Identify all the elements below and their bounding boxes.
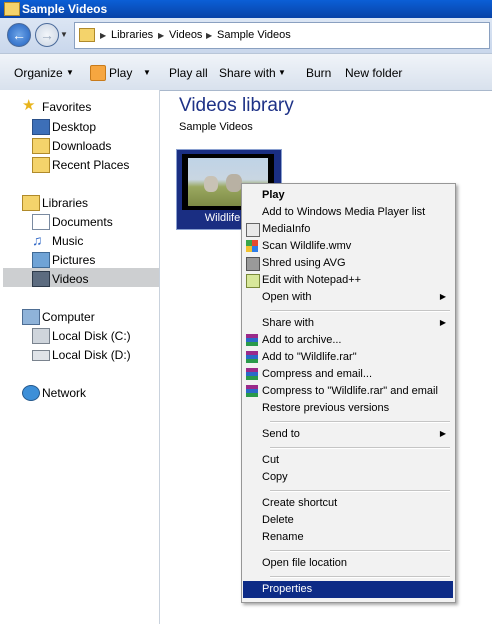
- submenu-arrow-icon: ▶: [439, 429, 446, 438]
- nav-network[interactable]: Network: [22, 384, 152, 402]
- share-with-button[interactable]: Share with: [219, 66, 276, 80]
- nav-pictures[interactable]: Pictures: [32, 251, 162, 269]
- menu-copy[interactable]: Copy: [243, 469, 453, 486]
- nav-downloads[interactable]: Downloads: [32, 137, 162, 155]
- chevron-down-icon[interactable]: ▼: [278, 68, 286, 77]
- menu-separator: [270, 550, 450, 552]
- menu-separator: [270, 310, 450, 312]
- menu-restore-previous-versions[interactable]: Restore previous versions: [243, 400, 453, 417]
- music-note-icon: ♫: [32, 232, 43, 248]
- breadcrumb-arrow-icon[interactable]: ▶: [206, 31, 212, 40]
- menu-open-file-location[interactable]: Open file location: [243, 555, 453, 572]
- documents-icon: [32, 214, 50, 230]
- menu-cut[interactable]: Cut: [243, 452, 453, 469]
- menu-mediainfo[interactable]: MediaInfo: [243, 221, 453, 238]
- play-button[interactable]: Play: [109, 66, 132, 80]
- library-subtitle: Sample Videos: [179, 121, 253, 133]
- burn-button[interactable]: Burn: [306, 66, 331, 80]
- play-icon[interactable]: [90, 65, 106, 81]
- breadcrumb-libraries[interactable]: Libraries: [111, 29, 153, 41]
- winrar-icon: [246, 351, 258, 363]
- desktop-icon: [32, 119, 50, 135]
- nav-desktop[interactable]: Desktop: [32, 118, 162, 136]
- avg-scan-icon: [246, 240, 258, 252]
- breadcrumb-arrow-icon[interactable]: ▶: [100, 31, 106, 40]
- menu-compress-and-email[interactable]: Compress and email...: [243, 366, 453, 383]
- submenu-arrow-icon: ▶: [439, 292, 446, 301]
- menu-create-shortcut[interactable]: Create shortcut: [243, 495, 453, 512]
- nav-recent-places[interactable]: Recent Places: [32, 156, 162, 174]
- star-icon: ★: [22, 97, 36, 114]
- library-title: Videos library: [179, 95, 294, 116]
- pictures-icon: [32, 252, 50, 268]
- context-menu: Play Add to Windows Media Player list Me…: [241, 183, 456, 603]
- organize-button[interactable]: Organize: [14, 66, 63, 80]
- nav-music[interactable]: ♫ Music: [32, 232, 162, 250]
- nav-favorites[interactable]: ★ Favorites: [22, 98, 152, 116]
- breadcrumb-arrow-icon[interactable]: ▶: [158, 31, 164, 40]
- network-icon: [22, 385, 40, 401]
- menu-separator: [270, 447, 450, 449]
- back-button[interactable]: ←: [7, 23, 31, 47]
- menu-edit-notepadpp[interactable]: Edit with Notepad++: [243, 272, 453, 289]
- new-folder-button[interactable]: New folder: [345, 66, 402, 80]
- folder-icon: [79, 28, 95, 42]
- menu-separator: [270, 576, 450, 578]
- nav-libraries[interactable]: Libraries: [22, 194, 152, 212]
- drive-icon: [32, 350, 50, 361]
- downloads-folder-icon: [32, 138, 50, 154]
- recent-places-icon: [32, 157, 50, 173]
- winrar-icon: [246, 368, 258, 380]
- menu-rename[interactable]: Rename: [243, 529, 453, 546]
- window-title: Sample Videos: [22, 2, 108, 16]
- menu-shred-avg[interactable]: Shred using AVG: [243, 255, 453, 272]
- chevron-down-icon[interactable]: ▼: [143, 68, 151, 77]
- menu-send-to[interactable]: Send to ▶: [243, 426, 453, 443]
- computer-icon: [22, 309, 40, 325]
- menu-compress-to-rar-and-email[interactable]: Compress to "Wildlife.rar" and email: [243, 383, 453, 400]
- menu-share-with[interactable]: Share with ▶: [243, 315, 453, 332]
- menu-open-with[interactable]: Open with ▶: [243, 289, 453, 306]
- libraries-icon: [22, 195, 40, 211]
- breadcrumb-sample-videos[interactable]: Sample Videos: [217, 29, 291, 41]
- winrar-icon: [246, 334, 258, 346]
- video-film-icon: [32, 271, 50, 287]
- menu-add-to-archive[interactable]: Add to archive...: [243, 332, 453, 349]
- recent-pages-dropdown-icon[interactable]: ▼: [60, 30, 68, 39]
- menu-delete[interactable]: Delete: [243, 512, 453, 529]
- address-bar: ← → ▼ ▶ Libraries ▶ Videos ▶ Sample Vide…: [0, 18, 492, 53]
- nav-local-disk-c[interactable]: Local Disk (C:): [32, 327, 162, 345]
- menu-separator: [270, 490, 450, 492]
- windows-drive-icon: [32, 328, 50, 344]
- nav-local-disk-d[interactable]: Local Disk (D:): [32, 346, 162, 364]
- menu-add-to-rar[interactable]: Add to "Wildlife.rar": [243, 349, 453, 366]
- nav-videos[interactable]: Videos: [32, 270, 162, 288]
- title-bar: Sample Videos: [0, 0, 492, 18]
- forward-button[interactable]: →: [35, 23, 59, 47]
- shred-icon: [246, 257, 260, 271]
- menu-play[interactable]: Play: [243, 187, 453, 204]
- command-toolbar: Organize ▼ Play ▼ Play all Share with ▼ …: [0, 53, 492, 91]
- folder-icon: [4, 2, 20, 16]
- notepadpp-icon: [246, 274, 260, 288]
- address-box[interactable]: ▶ Libraries ▶ Videos ▶ Sample Videos: [74, 22, 490, 49]
- submenu-arrow-icon: ▶: [439, 318, 446, 327]
- mediainfo-icon: [246, 223, 260, 237]
- breadcrumb-videos[interactable]: Videos: [169, 29, 202, 41]
- menu-separator: [270, 421, 450, 423]
- menu-scan-avg[interactable]: Scan Wildlife.wmv: [243, 238, 453, 255]
- menu-properties[interactable]: Properties: [243, 581, 453, 598]
- chevron-down-icon[interactable]: ▼: [66, 68, 74, 77]
- menu-add-to-wmp-list[interactable]: Add to Windows Media Player list: [243, 204, 453, 221]
- nav-documents[interactable]: Documents: [32, 213, 162, 231]
- nav-computer[interactable]: Computer: [22, 308, 152, 326]
- play-all-button[interactable]: Play all: [169, 66, 208, 80]
- winrar-icon: [246, 385, 258, 397]
